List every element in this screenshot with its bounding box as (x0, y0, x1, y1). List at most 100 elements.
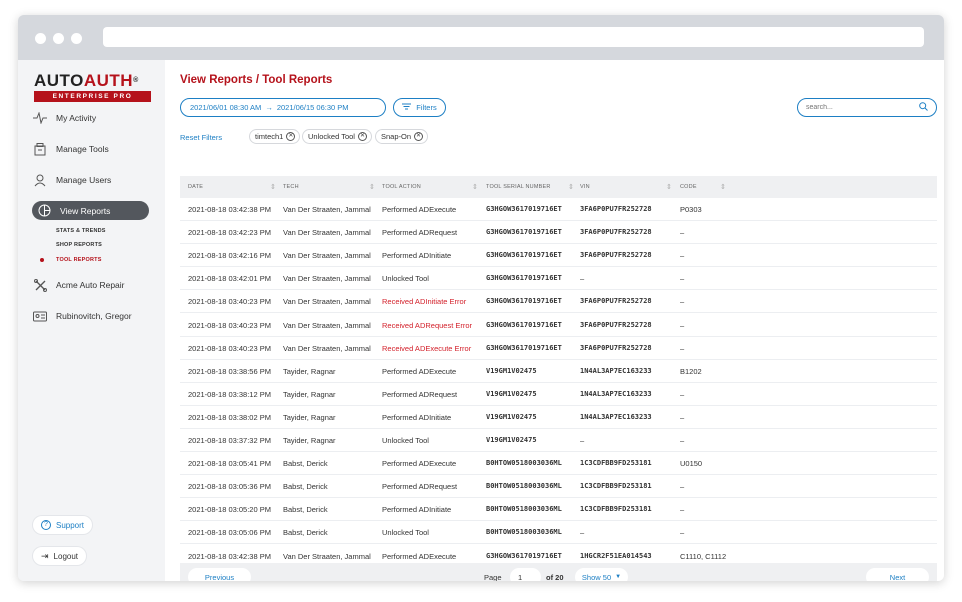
cell-tech: Van Der Straaten, Jammal (283, 343, 371, 353)
cell-vin: 1C3CDFBB9FD253181 (580, 505, 652, 514)
sort-icon[interactable]: ⇕ (720, 183, 726, 191)
filter-chip[interactable]: Unlocked Tool ✕ (302, 129, 372, 144)
logo: AUTOAUTH® ENTERPRISE PRO (34, 72, 151, 102)
table-row[interactable]: 2021-08-18 03:38:12 PM Tayider, Ragnar Per… (180, 383, 937, 406)
logo-wordmark: AUTOAUTH® (34, 72, 151, 90)
table-row[interactable]: 2021-08-18 03:40:23 PM Van Der Straaten, … (180, 314, 937, 337)
sidebar-item-my-activity[interactable]: My Activity (32, 108, 149, 128)
table-header: DATE ⇕ TECH ⇕ TOOL ACTION ⇕ TOOL SERIAL NUM… (180, 176, 937, 198)
search-icon[interactable] (919, 102, 928, 113)
reset-filters-link[interactable]: Reset Filters (180, 133, 222, 142)
cell-tool-action: Performed ADExecute (382, 205, 457, 214)
table-row[interactable]: 2021-08-18 03:42:23 PM Van Der Straaten, … (180, 221, 937, 245)
subnav-tool-reports[interactable]: TOOL REPORTS (56, 257, 102, 263)
cell-tech: Babst, Derick (283, 505, 328, 515)
table-row[interactable]: 2021-08-18 03:42:16 PM Van Der Straaten, … (180, 244, 937, 268)
cell-vin: 3FA6P0PU7FR252728 (580, 205, 652, 213)
cell-code: – (680, 320, 685, 330)
column-header-tech[interactable]: TECH ⇕ (283, 176, 375, 198)
table-row[interactable]: 2021-08-18 03:38:02 PM Tayider, Ragnar Per… (180, 406, 937, 429)
date-range-picker[interactable]: 2021/06/01 08:30 AM → 2021/06/15 06:30 P… (180, 98, 386, 117)
sort-icon[interactable]: ⇕ (369, 183, 375, 191)
table-row[interactable]: 2021-08-18 03:05:41 PM Babst, Derick Perfo… (180, 452, 937, 476)
main-content: View Reports / Tool Reports 2021/06/01 0… (165, 60, 944, 581)
table-row[interactable]: 2021-08-18 03:42:38 PM Van Der Straaten, … (180, 198, 937, 221)
cell-tech: Van Der Straaten, Jammal (283, 228, 371, 238)
sidebar-item-acme-auto-repair[interactable]: Acme Auto Repair (32, 275, 149, 295)
search-box[interactable] (797, 98, 937, 117)
search-input[interactable] (806, 104, 906, 111)
cell-date: 2021-08-18 03:40:23 PM (188, 320, 271, 330)
previous-button[interactable]: Previous (188, 568, 251, 581)
sort-icon[interactable]: ⇕ (568, 183, 574, 191)
table-row[interactable]: 2021-08-18 03:42:01 PM Van Der Straaten, … (180, 267, 937, 291)
column-header-tool-action[interactable]: TOOL ACTION ⇕ (382, 176, 478, 198)
page-input[interactable]: 1 (510, 568, 541, 581)
subnav-shop-reports[interactable]: SHOP REPORTS (56, 242, 102, 248)
address-bar[interactable] (103, 27, 924, 47)
table-row[interactable]: 2021-08-18 03:38:56 PM Tayider, Ragnar Per… (180, 360, 937, 383)
cell-vin: – (580, 436, 585, 445)
sidebar-item-user-profile[interactable]: Rubinovitch, Gregor (32, 306, 149, 326)
cell-tool-action: Performed ADExecute (382, 459, 457, 469)
cell-code: – (680, 251, 685, 261)
close-icon[interactable]: ✕ (357, 132, 367, 141)
cell-date: 2021-08-18 03:05:36 PM (188, 482, 271, 492)
column-header-code[interactable]: CODE ⇕ (680, 176, 726, 198)
cell-tool-action: Received ADExecute Error (382, 343, 472, 353)
cell-tech: Tayider, Ragnar (283, 366, 336, 376)
cell-tech: Van Der Straaten, Jammal (283, 320, 371, 330)
table-row[interactable]: 2021-08-18 03:40:23 PM Van Der Straaten, … (180, 337, 937, 360)
table-row[interactable]: 2021-08-18 03:05:06 PM Babst, Derick Unloc… (180, 521, 937, 545)
logout-button[interactable]: ⇥ Logout (33, 547, 87, 565)
filter-chip[interactable]: timtech1 ✕ (249, 129, 301, 144)
cell-code: – (680, 343, 685, 353)
sidebar-item-label: Manage Tools (56, 144, 109, 154)
sidebar-item-view-reports[interactable]: View Reports (32, 201, 149, 220)
cell-date: 2021-08-18 03:05:06 PM (188, 528, 271, 538)
window-dot-icon[interactable] (35, 33, 46, 44)
page-size-select[interactable]: Show 50 ▼ (575, 568, 628, 581)
sidebar-item-label: View Reports (60, 205, 111, 216)
table-row[interactable]: 2021-08-18 03:37:32 PM Tayider, Ragnar Unl… (180, 429, 937, 452)
support-button[interactable]: ? Support (33, 516, 93, 534)
column-header-date[interactable]: DATE ⇕ (188, 176, 276, 198)
table-row[interactable]: 2021-08-18 03:05:36 PM Babst, Derick Perfo… (180, 475, 937, 499)
close-icon[interactable]: ✕ (286, 132, 296, 141)
cell-tool-action: Performed ADRequest (382, 482, 458, 492)
sidebar-item-manage-tools[interactable]: Manage Tools (32, 139, 149, 159)
window-dot-icon[interactable] (53, 33, 64, 44)
filters-button[interactable]: Filters (393, 98, 446, 117)
cell-tool-action: Performed ADInitiate (382, 251, 452, 261)
table-row[interactable]: 2021-08-18 03:40:23 PM Van Der Straaten, … (180, 290, 937, 314)
cell-date: 2021-08-18 03:38:12 PM (188, 389, 271, 399)
sort-icon[interactable]: ⇕ (270, 183, 276, 191)
filter-chip[interactable]: Snap-On ✕ (375, 129, 429, 144)
cell-vin: 1N4AL3AP7EC163233 (580, 366, 652, 375)
column-header-vin[interactable]: VIN ⇕ (580, 176, 672, 198)
cell-serial: V19GM1V02475 (486, 412, 537, 421)
next-button[interactable]: Next (866, 568, 929, 581)
cell-serial: G3HGOW3617019716ET (486, 205, 562, 213)
sort-icon[interactable]: ⇕ (666, 183, 672, 191)
subnav-stats-trends[interactable]: STATS & TRENDS (56, 228, 106, 234)
close-icon[interactable]: ✕ (414, 132, 424, 141)
table-row[interactable]: 2021-08-18 03:05:20 PM Babst, Derick Perfo… (180, 498, 937, 522)
cell-date: 2021-08-18 03:40:23 PM (188, 297, 271, 307)
cell-vin: – (580, 528, 585, 538)
column-header-serial[interactable]: TOOL SERIAL NUMBER ⇕ (486, 176, 574, 198)
title-bar (18, 15, 944, 60)
cell-serial: G3HGOW3617019716ET (486, 228, 562, 237)
cell-tech: Tayider, Ragnar (283, 389, 336, 399)
logout-label: Logout (53, 551, 79, 561)
sidebar-item-manage-users[interactable]: Manage Users (32, 170, 149, 190)
cell-code: – (680, 528, 685, 538)
column-label: TOOL SERIAL NUMBER (486, 184, 551, 190)
cell-date: 2021-08-18 03:42:38 PM (188, 205, 271, 214)
pagination-bar: Previous Page 1 of 20 Show 50 ▼ Next (180, 563, 937, 581)
sidebar-item-label: Manage Users (56, 175, 112, 185)
cell-date: 2021-08-18 03:42:23 PM (188, 228, 271, 238)
sort-icon[interactable]: ⇕ (472, 183, 478, 191)
column-label: DATE (188, 184, 204, 190)
window-dot-icon[interactable] (71, 33, 82, 44)
